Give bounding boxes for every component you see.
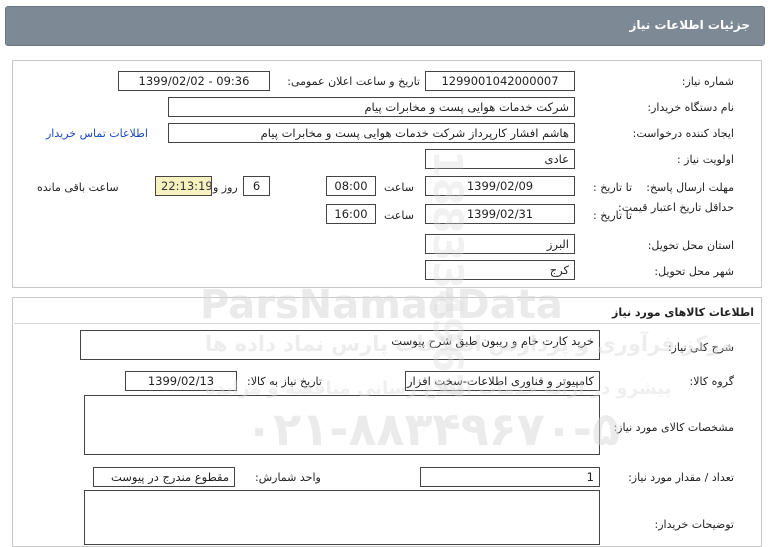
announce-datetime-field: 1399/02/02 - 09:36 (118, 71, 270, 91)
buyer-org-label: نام دستگاه خریدار: (647, 101, 734, 114)
validity-until-date-label: تا تاریخ : (593, 209, 632, 222)
goods-specs-label: مشخصات کالای مورد نیاز: (613, 421, 734, 434)
buyer-notes-label: توضیحات خریدار: (654, 518, 735, 531)
reply-date-field: 1399/02/09 (425, 176, 575, 196)
need-summary-field: خرید کارت خام و ریبون طبق شرح پیوست (80, 330, 600, 360)
min-validity-label-text: حداقل تاریخ اعتبار قیمت: (618, 201, 734, 214)
need-summary-label: شرح کلی نیاز: (667, 341, 734, 354)
buyer-notes-field (84, 490, 600, 545)
request-creator-label: ایجاد کننده درخواست: (632, 127, 734, 140)
goods-group-field: کامپیوتر و فناوری اطلاعات-سخت افزار (405, 371, 600, 391)
need-number-label: شماره نیاز: (681, 75, 734, 88)
quantity-label: تعداد / مقدار مورد نیاز: (628, 471, 734, 484)
need-info-panel (12, 60, 762, 288)
validity-hour-label: ساعت (384, 209, 414, 222)
remaining-days-field: 6 (243, 176, 270, 196)
remaining-hours-label: ساعت باقی مانده (37, 181, 119, 194)
page-header: جزئیات اطلاعات نیاز (5, 6, 765, 46)
priority-label: اولویت نیاز : (676, 153, 734, 166)
validity-date-field: 1399/02/31 (425, 204, 575, 224)
delivery-province-field: البرز (425, 234, 575, 254)
buyer-org-field: شرکت خدمات هوایی پست و مخابرات پیام (168, 97, 575, 117)
reply-deadline-label: مهلت ارسال پاسخ: (646, 181, 734, 194)
delivery-city-label: شهر محل تحویل: (654, 265, 734, 278)
delivery-city-field: کرج (425, 260, 575, 280)
goods-need-date-label: تاریخ نیاز به کالا: (247, 375, 322, 388)
need-number-field: 1299001042000007 (425, 71, 575, 91)
announce-datetime-label: تاریخ و ساعت اعلان عمومی: (287, 75, 420, 88)
unit-field: مقطوع مندرج در پیوست (93, 467, 235, 487)
min-validity-label: حداقل تاریخ اعتبار قیمت: (614, 201, 734, 215)
quantity-field: 1 (420, 467, 600, 487)
section-divider (14, 323, 760, 324)
goods-need-date-field: 1399/02/13 (125, 371, 237, 391)
page-title: جزئیات اطلاعات نیاز (629, 18, 750, 32)
reply-until-date-label: تا تاریخ : (593, 181, 632, 194)
goods-specs-field (84, 395, 600, 455)
days-label: روز و (213, 181, 238, 194)
reply-hour-label: ساعت (384, 181, 414, 194)
unit-label: واحد شمارش: (255, 471, 321, 484)
remaining-time-field: 22:13:19 (155, 176, 212, 196)
goods-group-label: گروه کالا: (689, 375, 734, 388)
goods-section-title: اطلاعات کالاهای مورد نیاز (612, 306, 754, 319)
reply-time-field: 08:00 (326, 176, 376, 196)
validity-time-field: 16:00 (326, 204, 376, 224)
delivery-province-label: استان محل تحویل: (647, 239, 734, 252)
priority-field: عادی (425, 149, 575, 169)
request-creator-field: هاشم افشار کارپرداز شرکت خدمات هوایی پست… (168, 123, 575, 143)
buyer-contact-link[interactable]: اطلاعات تماس خریدار (46, 127, 148, 140)
